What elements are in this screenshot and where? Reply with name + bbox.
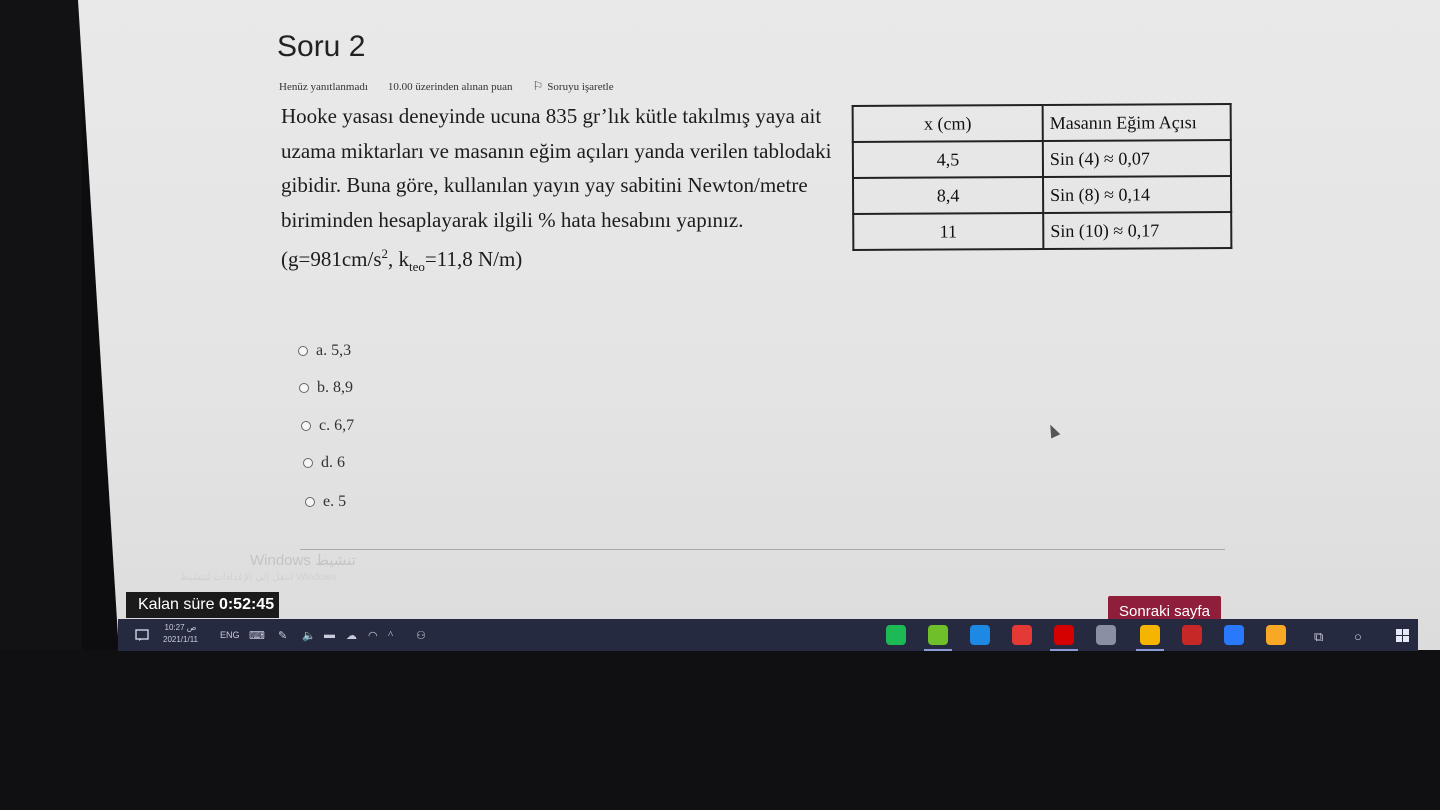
chevron-up-icon[interactable]: ^	[388, 629, 393, 641]
wifi-icon[interactable]: ◠	[368, 629, 378, 642]
language-indicator[interactable]: ENG	[220, 630, 240, 640]
table-row: 8,4 Sin (8) ≈ 0,14	[853, 176, 1232, 214]
pen-icon[interactable]: ✎	[278, 629, 287, 642]
table-row: 4,5 Sin (4) ≈ 0,07	[852, 140, 1231, 178]
table-header: Masanın Eğim Açısı	[1042, 104, 1231, 141]
clock[interactable]: 10:27 ص 2021/1/11	[163, 622, 198, 646]
people-icon[interactable]: ⚇	[416, 629, 426, 642]
radio-button[interactable]	[298, 346, 308, 356]
taskbar: 10:27 ص 2021/1/11 ENG ⌨ ✎ 🔈 ▬ ☁ ◠ ^ ⚇ ⧉ …	[118, 619, 1418, 651]
utorrent-icon[interactable]	[928, 625, 948, 645]
question-points: 10.00 üzerinden alınan puan	[387, 80, 513, 93]
question-meta: Henüz yanıtlanmadı 10.00 üzerinden alına…	[279, 79, 614, 94]
radio-button[interactable]	[301, 421, 311, 431]
task-view-icon[interactable]: ⧉	[1314, 629, 1323, 645]
active-app-underline	[924, 649, 952, 651]
monitor-bezel-left	[0, 0, 82, 650]
answer-status: Henüz yanıtlanmadı	[279, 80, 368, 93]
magnet-app-icon[interactable]	[1182, 625, 1202, 645]
table-cell: 8,4	[853, 176, 1044, 214]
clock-date: 2021/1/11	[163, 635, 198, 644]
data-table: x (cm) Masanın Eğim Açısı 4,5 Sin (4) ≈ …	[852, 103, 1233, 251]
option-label: c. 6,7	[319, 417, 355, 434]
keyboard-icon[interactable]: ⌨	[249, 629, 265, 642]
option-c[interactable]: c. 6,7	[301, 417, 354, 435]
table-cell: 11	[853, 212, 1044, 250]
option-b[interactable]: b. 8,9	[299, 379, 353, 397]
timer-value: 0:52:45	[218, 596, 275, 613]
table-header-row: x (cm) Masanın Eğim Açısı	[852, 104, 1231, 142]
table-cell: Sin (10) ≈ 0,17	[1043, 212, 1232, 249]
timer-label: Kalan süre	[138, 596, 215, 613]
formula: (g=981cm/s2, kteo=11,8 N/m)	[281, 246, 523, 275]
mail-icon[interactable]	[1224, 625, 1244, 645]
radio-button[interactable]	[303, 458, 313, 468]
option-label: b. 8,9	[317, 379, 353, 396]
edge-icon[interactable]	[970, 625, 990, 645]
option-d[interactable]: d. 6	[303, 454, 345, 472]
store-icon[interactable]	[1096, 625, 1116, 645]
time-remaining: Kalan süre 0:52:45	[126, 592, 279, 618]
volume-icon[interactable]: 🔈	[302, 629, 316, 642]
monitor-bezel-bottom	[0, 650, 1440, 810]
question-title: Soru 2	[277, 30, 366, 63]
search-icon[interactable]: ○	[1354, 629, 1362, 645]
divider	[300, 549, 1225, 550]
active-app-underline	[1050, 649, 1078, 651]
question-body: Hooke yasası deneyinde ucuna 835 gr’lık …	[281, 104, 832, 232]
media-player-icon[interactable]	[1012, 625, 1032, 645]
option-e[interactable]: e. 5	[305, 493, 346, 511]
clock-time: 10:27 ص	[164, 623, 197, 632]
option-label: e. 5	[323, 493, 347, 510]
chrome-icon[interactable]	[1140, 625, 1160, 645]
question-text: Hooke yasası deneyinde ucuna 835 gr’lık …	[281, 99, 841, 285]
notification-icon[interactable]	[128, 619, 156, 651]
netflix-icon[interactable]	[1054, 625, 1074, 645]
option-a[interactable]: a. 5,3	[298, 342, 351, 360]
active-app-underline	[1136, 649, 1164, 651]
battery-icon[interactable]: ▬	[324, 629, 335, 641]
table-row: 11 Sin (10) ≈ 0,17	[853, 212, 1232, 250]
file-explorer-icon[interactable]	[1266, 625, 1286, 645]
activation-watermark-sub: انتقل إلى الإعدادات لتنشيط Windows	[180, 572, 337, 583]
table-cell: Sin (8) ≈ 0,14	[1043, 176, 1232, 213]
flag-question-link[interactable]: ⚐ Soruyu işaretle	[533, 79, 614, 94]
radio-button[interactable]	[299, 383, 309, 393]
activation-watermark: Windows تنشيط	[250, 552, 356, 569]
flag-label: Soruyu işaretle	[547, 80, 614, 93]
flag-icon: ⚐	[532, 79, 544, 93]
table-cell: Sin (4) ≈ 0,07	[1042, 140, 1231, 177]
windows-start-icon[interactable]	[1390, 619, 1414, 651]
table-cell: 4,5	[852, 140, 1043, 178]
option-label: d. 6	[321, 454, 345, 471]
option-label: a. 5,3	[316, 342, 352, 359]
table-header: x (cm)	[852, 104, 1043, 142]
radio-button[interactable]	[305, 497, 315, 507]
spotify-icon[interactable]	[886, 625, 906, 645]
cloud-icon[interactable]: ☁	[346, 629, 357, 642]
